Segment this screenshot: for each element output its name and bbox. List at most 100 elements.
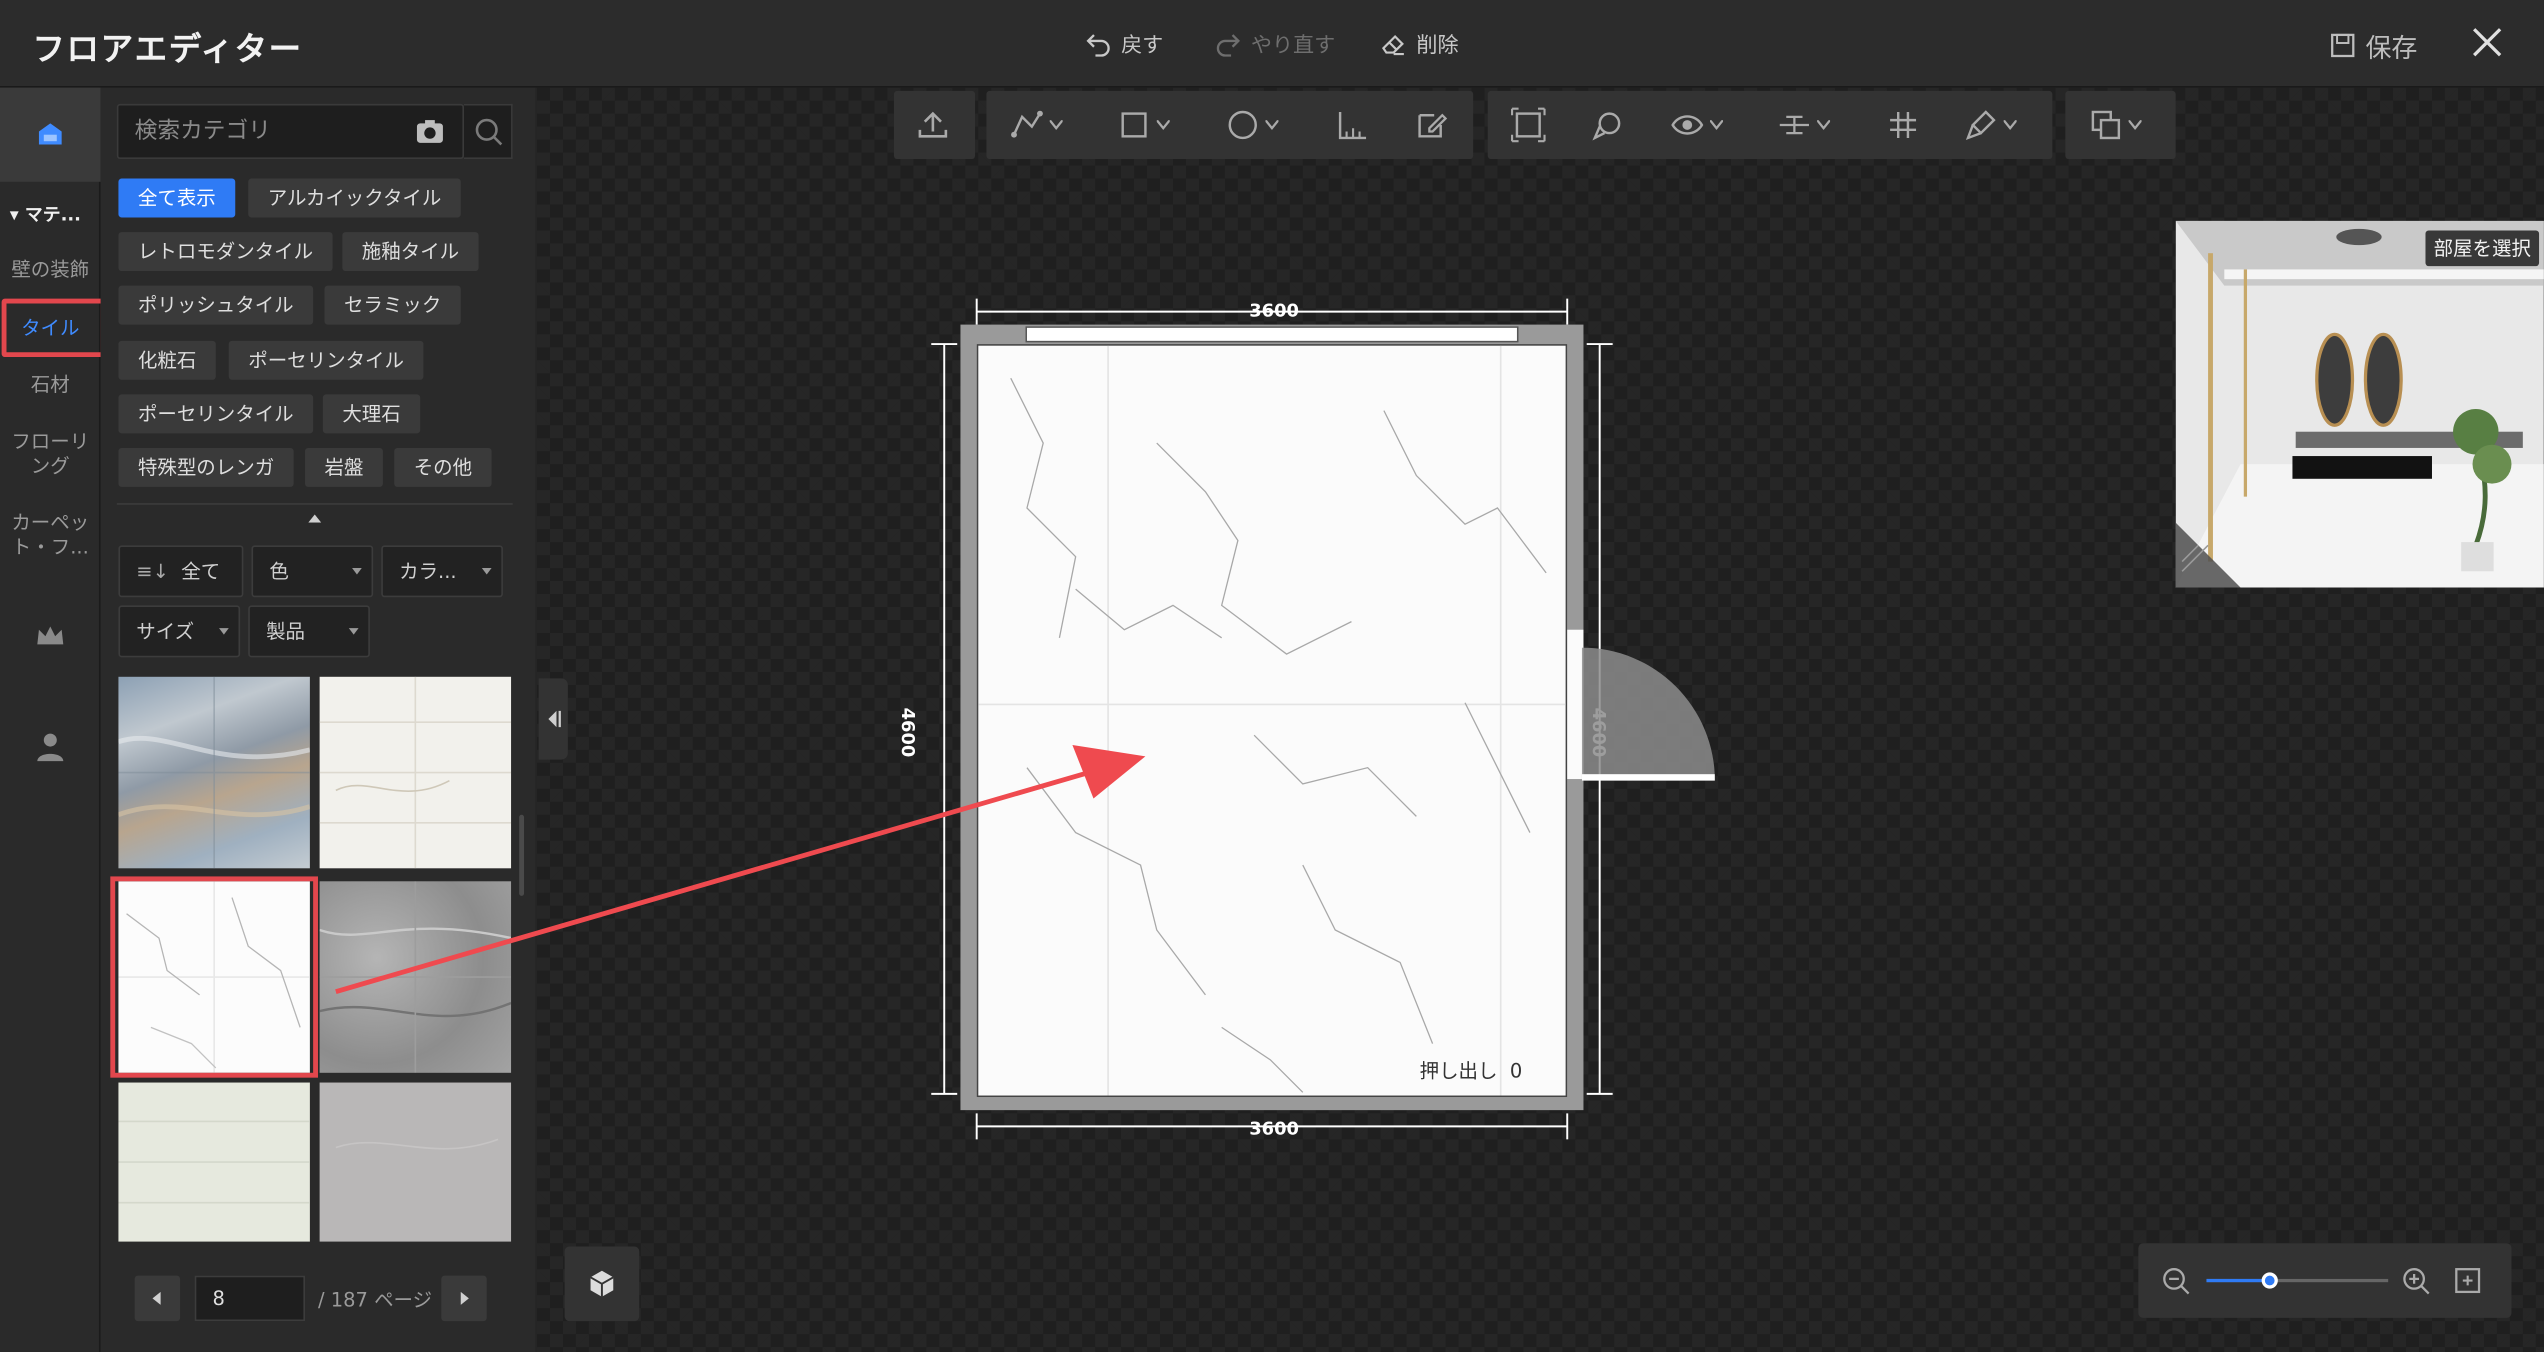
polyline-tool[interactable] — [1009, 105, 1063, 144]
category-rail: ▾ マテ... 壁の装飾 タイル 石材 フローリング カーペット・フ... — [0, 87, 106, 1352]
annotation-arrow — [335, 744, 1146, 994]
prev-page-button[interactable] — [134, 1275, 181, 1322]
chip-decorative-stone[interactable]: 化粧石 — [118, 340, 216, 380]
product-filter[interactable]: 製品 — [248, 605, 370, 658]
zoom-out-icon[interactable] — [2161, 1266, 2190, 1295]
close-icon[interactable] — [2466, 19, 2508, 64]
undo-label: 戻す — [1121, 34, 1164, 59]
visibility-tool[interactable] — [1669, 105, 1723, 144]
user-icon[interactable] — [31, 727, 70, 766]
next-page-button[interactable] — [441, 1275, 487, 1322]
chip-retro-modern-tile[interactable]: レトロモダンタイル — [118, 232, 333, 272]
chevron-down-icon — [1265, 120, 1279, 130]
align-icon — [1779, 115, 1809, 135]
rail-item-tile[interactable]: タイル — [0, 316, 101, 340]
search-icon — [474, 118, 502, 146]
chip-porcelain-tile-2[interactable]: ポーセリンタイル — [118, 394, 314, 434]
floor-editor-window: フロアエディター 戻す やり直す 削除 保存 ▾ マテ... 壁の装飾 タイル … — [0, 0, 2544, 1352]
window[interactable] — [1025, 326, 1519, 343]
size-label: サイズ — [136, 619, 195, 643]
select-room-button[interactable]: 部屋を選択 — [2425, 230, 2540, 267]
chip-archaic-tile[interactable]: アルカイックタイル — [248, 178, 461, 218]
search-button[interactable] — [464, 103, 513, 160]
door[interactable] — [1581, 647, 1715, 781]
grid-hash-icon — [1890, 111, 1917, 138]
view-3d-button[interactable] — [564, 1246, 640, 1322]
chevron-down-icon — [1049, 120, 1063, 130]
undo-button[interactable]: 戻す — [1084, 28, 1164, 59]
fit-view-icon[interactable] — [2453, 1266, 2482, 1295]
panel-collapse-toggle[interactable] — [538, 678, 568, 760]
chevron-down-icon — [348, 628, 359, 635]
color2-label: カラ... — [399, 559, 457, 583]
chip-other[interactable]: その他 — [394, 447, 492, 487]
brush-tool[interactable] — [1963, 105, 2017, 144]
app-title: フロアエディター — [32, 29, 303, 69]
redo-button[interactable]: やり直す — [1214, 28, 1336, 59]
grid-tool[interactable] — [1885, 105, 1921, 144]
green-tile-texture — [118, 1120, 310, 1204]
redo-label: やり直す — [1250, 34, 1336, 59]
chevron-right-icon — [460, 1291, 469, 1305]
delete-button[interactable]: 削除 — [1379, 28, 1459, 59]
rectangle-tool[interactable] — [1116, 105, 1170, 144]
sort-icon: ≡↓ — [136, 559, 169, 583]
circle-tool[interactable] — [1225, 105, 1279, 144]
rail-item-stone[interactable]: 石材 — [0, 373, 101, 397]
chevron-down-icon — [352, 568, 362, 575]
copy-layer-icon — [2091, 110, 2121, 140]
save-button[interactable]: 保存 — [2330, 26, 2417, 65]
chip-all[interactable]: 全て表示 — [118, 178, 236, 218]
edit-tool[interactable] — [1413, 105, 1449, 144]
rail-material-tab[interactable] — [0, 87, 101, 182]
upload-icon — [918, 111, 948, 138]
title-bar: フロアエディター 戻す やり直す 削除 保存 — [0, 0, 2544, 88]
color-filter[interactable]: 色 — [251, 545, 374, 598]
rail-item-wall-decor[interactable]: 壁の装飾 — [0, 258, 101, 282]
divider — [116, 503, 513, 505]
chip-special-brick[interactable]: 特殊型のレンガ — [118, 447, 294, 487]
rail-section-label: マテ... — [24, 204, 81, 226]
zoom-in-icon[interactable] — [2401, 1266, 2430, 1295]
layer-tool[interactable] — [2088, 105, 2142, 144]
chip-polished-tile[interactable]: ポリッシュタイル — [118, 285, 314, 325]
brush-icon — [1965, 110, 1996, 141]
measure-tool[interactable] — [1334, 105, 1370, 144]
edit-box-icon — [1418, 113, 1448, 138]
search-input[interactable] — [134, 105, 395, 158]
chevron-down-icon — [1156, 120, 1170, 130]
size-filter[interactable]: サイズ — [118, 605, 241, 658]
area-select-tool[interactable] — [1510, 105, 1546, 144]
chip-glazed-tile[interactable]: 施釉タイル — [342, 232, 479, 272]
rail-item-carpet[interactable]: カーペット・フ... — [8, 511, 92, 560]
toolbar-group-layer — [2065, 90, 2176, 160]
rectangle-icon — [1121, 112, 1147, 138]
chevron-down-icon — [2003, 120, 2017, 130]
material-thumbnail[interactable] — [319, 1082, 512, 1242]
chip-bedrock[interactable]: 岩盤 — [305, 447, 383, 487]
rail-section-header[interactable]: ▾ マテ... — [10, 201, 81, 227]
sort-filter[interactable]: ≡↓ 全て — [118, 545, 244, 598]
chevron-down-icon — [219, 628, 229, 635]
align-tool[interactable] — [1777, 105, 1831, 144]
chip-porcelain-tile[interactable]: ポーセリンタイル — [228, 340, 424, 380]
camera-icon[interactable] — [415, 118, 444, 144]
locate-tool[interactable] — [1590, 105, 1626, 144]
color-label: 色 — [269, 559, 289, 583]
chip-ceramic[interactable]: セラミック — [324, 285, 461, 325]
floor-canvas[interactable]: 3600 3600 4600 4600 — [335, 87, 2544, 1352]
room-3d-preview[interactable] — [2175, 220, 2544, 588]
zoom-slider-handle[interactable] — [2261, 1272, 2279, 1289]
lasso-icon — [1592, 112, 1621, 141]
collapse-left-icon — [548, 710, 561, 728]
color2-filter[interactable]: カラ... — [381, 545, 503, 598]
crown-icon[interactable] — [31, 617, 70, 656]
collapse-up-icon[interactable] — [308, 513, 322, 523]
material-thumbnail[interactable] — [118, 1082, 310, 1242]
page-number-input[interactable] — [194, 1275, 306, 1322]
rail-item-flooring[interactable]: フローリング — [8, 430, 92, 479]
zoom-slider[interactable] — [2206, 1272, 2389, 1289]
chip-marble[interactable]: 大理石 — [322, 394, 421, 434]
delete-label: 削除 — [1416, 34, 1459, 59]
upload-tool[interactable] — [915, 105, 951, 144]
